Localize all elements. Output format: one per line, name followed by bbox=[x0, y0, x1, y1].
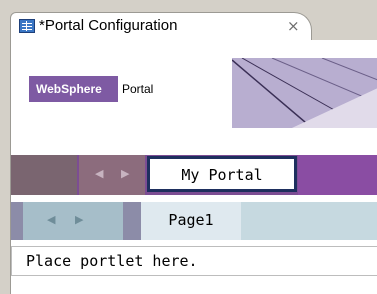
tab-page1[interactable]: Page1 bbox=[141, 202, 241, 240]
primary-nav-spacer bbox=[11, 155, 77, 195]
scroll-right-icon[interactable]: ▶ bbox=[121, 167, 129, 180]
scroll-right-icon[interactable]: ▶ bbox=[75, 213, 83, 226]
secondary-nav-scroll: ◀ ▶ bbox=[23, 202, 123, 240]
placeholder-text: Place portlet here. bbox=[26, 252, 198, 270]
secondary-page-navigation: ◀ ▶ Page1 bbox=[11, 202, 377, 240]
primary-page-navigation: ◀ ▶ My Portal bbox=[11, 155, 377, 195]
scroll-left-icon[interactable]: ◀ bbox=[47, 213, 55, 226]
secondary-nav-separator bbox=[123, 202, 141, 240]
editor-tab-strip: *Portal Configuration × bbox=[0, 0, 377, 41]
scroll-left-icon[interactable]: ◀ bbox=[95, 167, 103, 180]
tab-label: Page1 bbox=[168, 211, 214, 229]
banner-image bbox=[232, 58, 377, 128]
tab-label: My Portal bbox=[181, 166, 263, 184]
logo-product: Portal bbox=[122, 82, 154, 96]
eclipse-editor-frame: *Portal Configuration × WebSphere Portal… bbox=[0, 0, 377, 294]
editor-tab-portal-configuration[interactable]: *Portal Configuration × bbox=[10, 12, 312, 41]
logo-brand: WebSphere bbox=[29, 76, 118, 102]
portal-preview-area: WebSphere Portal ◀ ▶ My Portal ◀ ▶ Page1… bbox=[10, 40, 377, 294]
portlet-placeholder[interactable]: Place portlet here. bbox=[11, 246, 377, 276]
secondary-nav-spacer bbox=[11, 202, 23, 240]
primary-nav-fill bbox=[298, 155, 377, 195]
tab-my-portal[interactable]: My Portal bbox=[147, 156, 297, 192]
portal-config-icon bbox=[19, 19, 35, 33]
primary-nav-scroll: ◀ ▶ bbox=[79, 155, 145, 195]
close-icon[interactable]: × bbox=[287, 17, 300, 35]
editor-tab-title: *Portal Configuration bbox=[39, 17, 178, 34]
